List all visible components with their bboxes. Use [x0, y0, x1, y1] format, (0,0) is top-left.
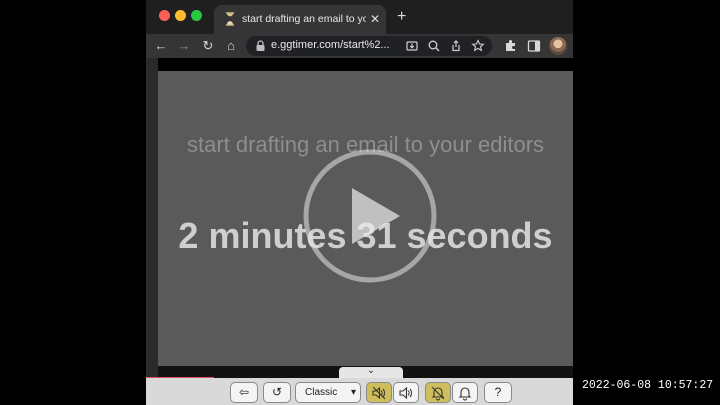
help-button[interactable]: ?	[484, 382, 512, 403]
play-icon[interactable]	[300, 146, 440, 286]
speaker-muted-icon	[372, 386, 386, 400]
recording-timestamp: 2022-06-08 10:57:27	[582, 379, 714, 392]
page-top-strip	[158, 58, 573, 71]
side-panel-icon[interactable]	[525, 37, 543, 55]
chevron-down-icon: ⌄	[366, 365, 376, 376]
sound-on-button[interactable]	[393, 382, 419, 403]
minimize-window-button[interactable]	[175, 10, 186, 21]
speaker-icon	[399, 386, 412, 400]
install-app-icon[interactable]	[404, 38, 420, 54]
back-arrow-button[interactable]: ⇦	[230, 382, 258, 403]
chevron-down-icon: ▾	[350, 387, 356, 398]
browser-tab-active[interactable]: start drafting an email to your editors …	[214, 5, 386, 34]
page-content: start drafting an email to your editors …	[146, 58, 573, 380]
tab-bar: start drafting an email to your editors …	[146, 0, 573, 34]
forward-icon[interactable]: →	[175, 37, 193, 55]
site-info-icon[interactable]	[255, 40, 266, 52]
tab-close-icon[interactable]: ✕	[370, 11, 380, 27]
theme-select-value: Classic	[305, 387, 338, 398]
alarm-on-button[interactable]	[452, 382, 478, 403]
browser-toolbar: ← → ↻ ⌂ e.ggtimer.com/start%2...	[146, 34, 573, 58]
tab-title: start drafting an email to your editors	[242, 13, 366, 25]
close-window-button[interactable]	[159, 10, 170, 21]
restart-button[interactable]: ↺	[263, 382, 291, 403]
timer-controls: ⇦ ↺ Classic ▾ ?	[146, 378, 573, 405]
theme-select[interactable]: Classic ▾	[295, 382, 361, 403]
extensions-puzzle-icon[interactable]	[502, 37, 520, 55]
reload-icon[interactable]: ↻	[199, 37, 217, 55]
bell-icon	[458, 387, 472, 401]
zoom-window-button[interactable]	[191, 10, 202, 21]
hourglass-icon	[226, 12, 234, 26]
mute-button[interactable]	[366, 382, 392, 403]
home-icon[interactable]: ⌂	[222, 37, 240, 55]
profile-avatar[interactable]	[549, 37, 567, 55]
page-side-strip	[146, 58, 158, 378]
back-icon[interactable]: ←	[152, 37, 170, 55]
bookmark-star-icon[interactable]	[470, 38, 486, 54]
bell-off-icon	[431, 386, 445, 401]
browser-window: start drafting an email to your editors …	[146, 0, 573, 405]
share-icon[interactable]	[448, 38, 464, 54]
url-text[interactable]: e.ggtimer.com/start%2...	[271, 39, 393, 51]
alarm-off-button[interactable]	[425, 382, 451, 403]
new-tab-button[interactable]: +	[397, 7, 406, 27]
timer-display[interactable]: start drafting an email to your editors …	[158, 71, 573, 366]
zoom-icon[interactable]	[426, 38, 442, 54]
address-bar[interactable]: e.ggtimer.com/start%2...	[246, 36, 492, 56]
